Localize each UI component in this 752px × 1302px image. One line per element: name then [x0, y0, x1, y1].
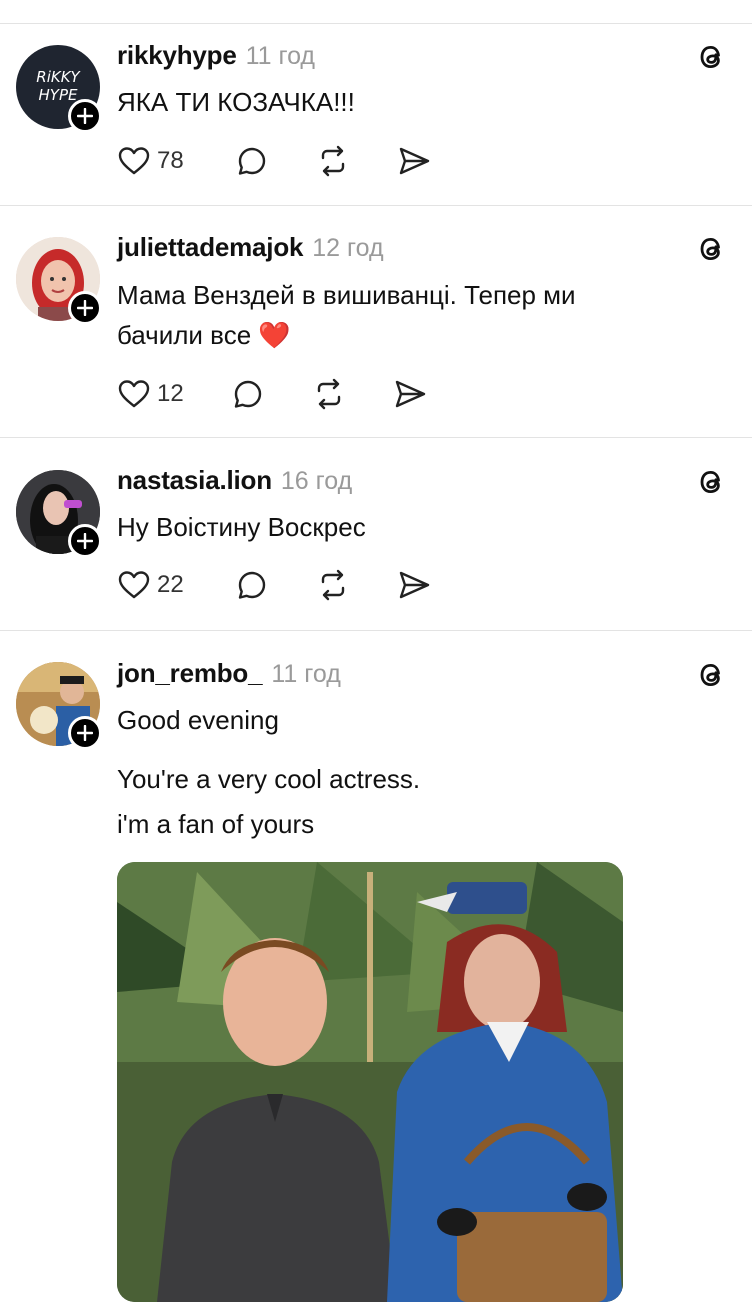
repost-button[interactable]	[315, 565, 351, 605]
like-button[interactable]: 78	[117, 141, 184, 181]
svg-text:RiKKY: RiKKY	[36, 68, 81, 86]
post-text: You're a very cool actress. i'm a fan of…	[117, 759, 717, 844]
post-divider	[0, 437, 752, 438]
like-count: 78	[157, 147, 184, 174]
post-text-line: i'm a fan of yours	[117, 809, 315, 839]
username[interactable]: juliettademajok	[117, 232, 303, 263]
post-text-line: You're a very cool actress.	[117, 764, 421, 794]
avatar[interactable]	[16, 470, 102, 558]
post-text: Мама Венздей в вишиванці. Тепер ми бачил…	[117, 275, 717, 355]
post-image[interactable]	[117, 862, 623, 1302]
threads-logo-icon[interactable]	[694, 465, 728, 499]
post-text: Good evening	[117, 700, 717, 740]
like-count: 12	[157, 380, 184, 407]
follow-plus-icon[interactable]	[68, 291, 102, 325]
heart-icon	[118, 147, 150, 175]
share-button[interactable]	[397, 141, 431, 181]
timestamp: 16 год	[280, 467, 353, 495]
timestamp: 12 год	[312, 234, 384, 262]
post-divider	[0, 205, 752, 206]
post-divider	[0, 630, 752, 631]
reply-button[interactable]	[235, 565, 269, 605]
avatar[interactable]: RiKKY HYPE	[16, 45, 102, 133]
username[interactable]: nastasia.lion	[117, 465, 272, 496]
post-text-line: Good evening	[117, 705, 279, 735]
follow-plus-icon[interactable]	[68, 99, 102, 133]
like-count: 22	[157, 571, 184, 598]
avatar[interactable]	[16, 237, 102, 325]
reply-button[interactable]	[231, 374, 265, 414]
post-text: Ну Воістину Воскрес	[117, 507, 717, 547]
share-button[interactable]	[393, 374, 427, 414]
avatar[interactable]	[16, 662, 102, 750]
comment-icon	[238, 147, 266, 175]
post-text-line: ЯКА ТИ КОЗАЧКА!!!	[117, 87, 355, 117]
comment-icon	[238, 571, 266, 599]
post-header: nastasia.lion 16 год	[117, 465, 352, 499]
repost-button[interactable]	[315, 141, 351, 181]
repost-icon	[317, 378, 341, 410]
send-icon	[395, 380, 426, 408]
post-photo	[117, 862, 623, 1302]
follow-plus-icon[interactable]	[68, 716, 102, 750]
timestamp: 11 год	[271, 660, 341, 688]
post-text-line: бачили все ❤️	[117, 320, 291, 350]
top-divider	[0, 23, 752, 24]
threads-logo-icon[interactable]	[694, 40, 728, 74]
svg-text:HYPE: HYPE	[39, 86, 78, 104]
post-text: ЯКА ТИ КОЗАЧКА!!!	[117, 82, 717, 122]
heart-icon	[118, 380, 150, 408]
reply-button[interactable]	[235, 141, 269, 181]
follow-plus-icon[interactable]	[68, 524, 102, 558]
post-header: jon_rembo_ 11 год	[117, 658, 341, 692]
threads-logo-icon[interactable]	[694, 232, 728, 266]
post-text-line: Ну Воістину Воскрес	[117, 512, 366, 542]
timestamp: 11 год	[245, 42, 316, 70]
share-button[interactable]	[397, 565, 431, 605]
comment-icon	[234, 380, 262, 408]
repost-icon	[321, 569, 345, 601]
repost-button[interactable]	[311, 374, 347, 414]
post-header: juliettademajok 12 год	[117, 232, 384, 266]
username[interactable]: rikkyhype	[117, 40, 237, 71]
username[interactable]: jon_rembo_	[117, 658, 263, 689]
threads-logo-icon[interactable]	[694, 658, 728, 692]
send-icon	[399, 147, 430, 175]
heart-icon	[118, 571, 150, 599]
send-icon	[399, 571, 430, 599]
like-button[interactable]: 22	[117, 565, 184, 605]
like-button[interactable]: 12	[117, 374, 184, 414]
post-text-line: Мама Венздей в вишиванці. Тепер ми	[117, 280, 576, 310]
post-header: rikkyhype 11 год	[117, 40, 315, 74]
repost-icon	[321, 145, 345, 177]
